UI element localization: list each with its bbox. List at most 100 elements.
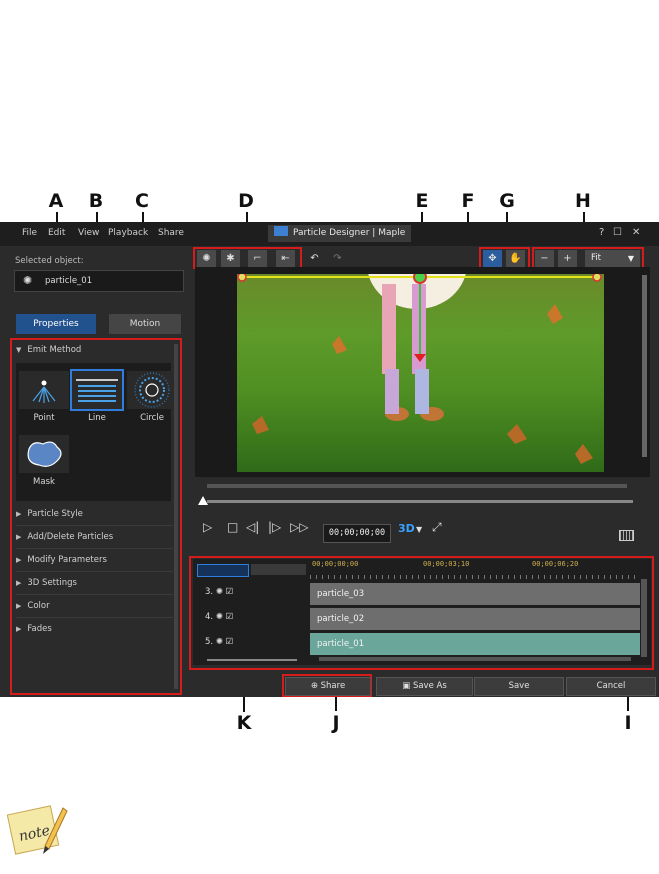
timecode-display[interactable]: 00;00;00;00 <box>323 524 391 543</box>
preview-horizontal-scrollbar[interactable] <box>207 484 627 488</box>
callout-h: H <box>575 190 591 212</box>
section-modify-parameters[interactable]: ▶ Modify Parameters <box>16 555 107 565</box>
callout-g: G <box>499 190 515 212</box>
maximize-icon[interactable]: ☐ <box>613 227 622 238</box>
track-label-4: 4. ✺ ☑ <box>205 612 234 622</box>
emit-method-grid: Point Line Circle Mask <box>16 363 177 501</box>
previous-frame-button[interactable]: ◁| <box>246 520 259 542</box>
emit-circle-option[interactable] <box>127 371 177 409</box>
preview-seek-track[interactable] <box>207 500 633 503</box>
window-title: Particle Designer | Maple <box>268 225 412 242</box>
select-move-button[interactable]: ✥ <box>483 250 502 267</box>
tab-properties[interactable]: Properties <box>16 314 96 334</box>
fullscreen-button[interactable]: ⤢ <box>432 520 442 542</box>
3d-mode-button[interactable]: 3D <box>398 522 415 544</box>
preview-vertical-scrollbar[interactable] <box>642 275 647 457</box>
collapse-icon: ▶ <box>16 625 22 633</box>
tab-motion[interactable]: Motion <box>109 314 181 334</box>
collapse-icon: ▶ <box>16 579 22 587</box>
left-panel-scrollbar[interactable] <box>174 344 178 689</box>
timeline-ruler: 00;00;00;00 00;00;03;10 00;00;06;20 <box>310 559 640 579</box>
save-icon: ▣ <box>402 681 411 691</box>
point-emit-icon <box>32 380 56 403</box>
menu-edit[interactable]: Edit <box>48 228 65 238</box>
add-image-particle-button[interactable]: ✱ <box>221 250 240 267</box>
ruler-marker-end: 00;00;06;20 <box>532 560 579 568</box>
save-button[interactable]: Save <box>474 677 564 696</box>
zoom-select[interactable]: Fit ▼ <box>585 250 640 267</box>
crop-button[interactable]: ⌐ <box>248 250 267 267</box>
section-3d-settings[interactable]: ▶ 3D Settings <box>16 578 77 588</box>
track-particle-02[interactable]: particle_02 <box>310 608 640 630</box>
selected-object-label: Selected object: <box>15 256 84 266</box>
share-button[interactable]: ⊕ Share <box>285 677 371 696</box>
collapse-icon: ▶ <box>16 556 22 564</box>
menu-playback[interactable]: Playback <box>108 228 148 238</box>
callout-i: I <box>624 712 632 734</box>
share-icon: ⊕ <box>310 681 318 691</box>
chevron-down-icon: ▼ <box>627 254 634 263</box>
import-button[interactable]: ⇤ <box>276 250 295 267</box>
particle-icon: ✺ <box>23 274 33 287</box>
menu-view[interactable]: View <box>78 228 99 238</box>
undo-button[interactable]: ↶ <box>305 250 324 267</box>
note-icon: note <box>6 802 69 860</box>
next-frame-button[interactable]: |▷ <box>268 520 281 542</box>
expand-icon: ▼ <box>16 346 22 354</box>
timeline-panel: 00;00;00;00 00;00;03;10 00;00;06;20 3. ✺… <box>193 559 651 665</box>
close-icon[interactable]: ✕ <box>632 227 640 238</box>
emit-mask-option[interactable] <box>19 435 69 473</box>
add-particle-button[interactable]: ✺ <box>197 250 216 267</box>
timeline-vertical-scrollbar[interactable] <box>641 579 647 657</box>
seek-slider-handle[interactable] <box>198 496 208 505</box>
section-fades[interactable]: ▶ Fades <box>16 624 52 634</box>
mask-emit-icon <box>27 441 62 467</box>
section-add-delete-particles[interactable]: ▶ Add/Delete Particles <box>16 532 113 542</box>
emit-point-label: Point <box>33 413 55 423</box>
emit-point-option[interactable] <box>19 371 69 409</box>
callout-k: K <box>236 712 252 734</box>
redo-button[interactable]: ↷ <box>328 250 347 267</box>
callout-j: J <box>332 712 340 734</box>
circle-emit-icon <box>134 372 170 408</box>
selected-object-value: particle_01 <box>45 276 93 286</box>
section-particle-style[interactable]: ▶ Particle Style <box>16 509 83 519</box>
divider <box>16 571 173 572</box>
menu-bar: File Edit View Playback Share Particle D… <box>0 222 659 246</box>
track-label-3: 3. ✺ ☑ <box>205 587 234 597</box>
hand-pan-button[interactable]: ✋ <box>506 250 525 267</box>
app-logo-icon <box>274 226 288 236</box>
menu-file[interactable]: File <box>22 228 37 238</box>
menu-share[interactable]: Share <box>158 228 184 238</box>
emit-mask-label: Mask <box>33 477 55 487</box>
left-panel: Selected object: ✺ particle_01 Propertie… <box>10 248 184 695</box>
section-emit-method[interactable]: ▼ Emit Method <box>16 345 81 355</box>
timeline-zoom-slider[interactable] <box>207 659 297 661</box>
timeline-horizontal-scrollbar[interactable] <box>319 657 631 661</box>
timeline-track-tab[interactable] <box>197 564 249 577</box>
collapse-icon: ▶ <box>16 510 22 518</box>
help-icon[interactable]: ? <box>599 227 604 238</box>
callout-d: D <box>238 190 254 212</box>
section-color[interactable]: ▶ Color <box>16 601 50 611</box>
emit-line-option[interactable] <box>70 369 124 411</box>
track-particle-01[interactable]: particle_01 <box>310 633 640 655</box>
fast-forward-button[interactable]: ▷▷ <box>290 520 308 542</box>
zoom-in-button[interactable]: + <box>558 250 577 267</box>
save-as-button[interactable]: ▣ Save As <box>376 677 473 696</box>
preview-image <box>237 274 604 472</box>
3d-dropdown-icon[interactable]: ▼ <box>416 525 422 547</box>
safe-zone-button[interactable] <box>619 530 634 541</box>
emit-line-label: Line <box>88 413 106 423</box>
cancel-button[interactable]: Cancel <box>566 677 656 696</box>
zoom-out-button[interactable]: − <box>535 250 554 267</box>
stop-button[interactable]: □ <box>227 520 238 542</box>
preview-window[interactable] <box>195 267 650 477</box>
track-particle-03[interactable]: particle_03 <box>310 583 640 605</box>
divider <box>16 594 173 595</box>
callout-line-j <box>335 695 337 711</box>
selected-object-field[interactable]: ✺ particle_01 <box>14 270 184 292</box>
play-button[interactable]: ▷ <box>203 520 212 542</box>
timeline-settings-tab[interactable] <box>251 564 306 575</box>
callout-a: A <box>48 190 64 212</box>
